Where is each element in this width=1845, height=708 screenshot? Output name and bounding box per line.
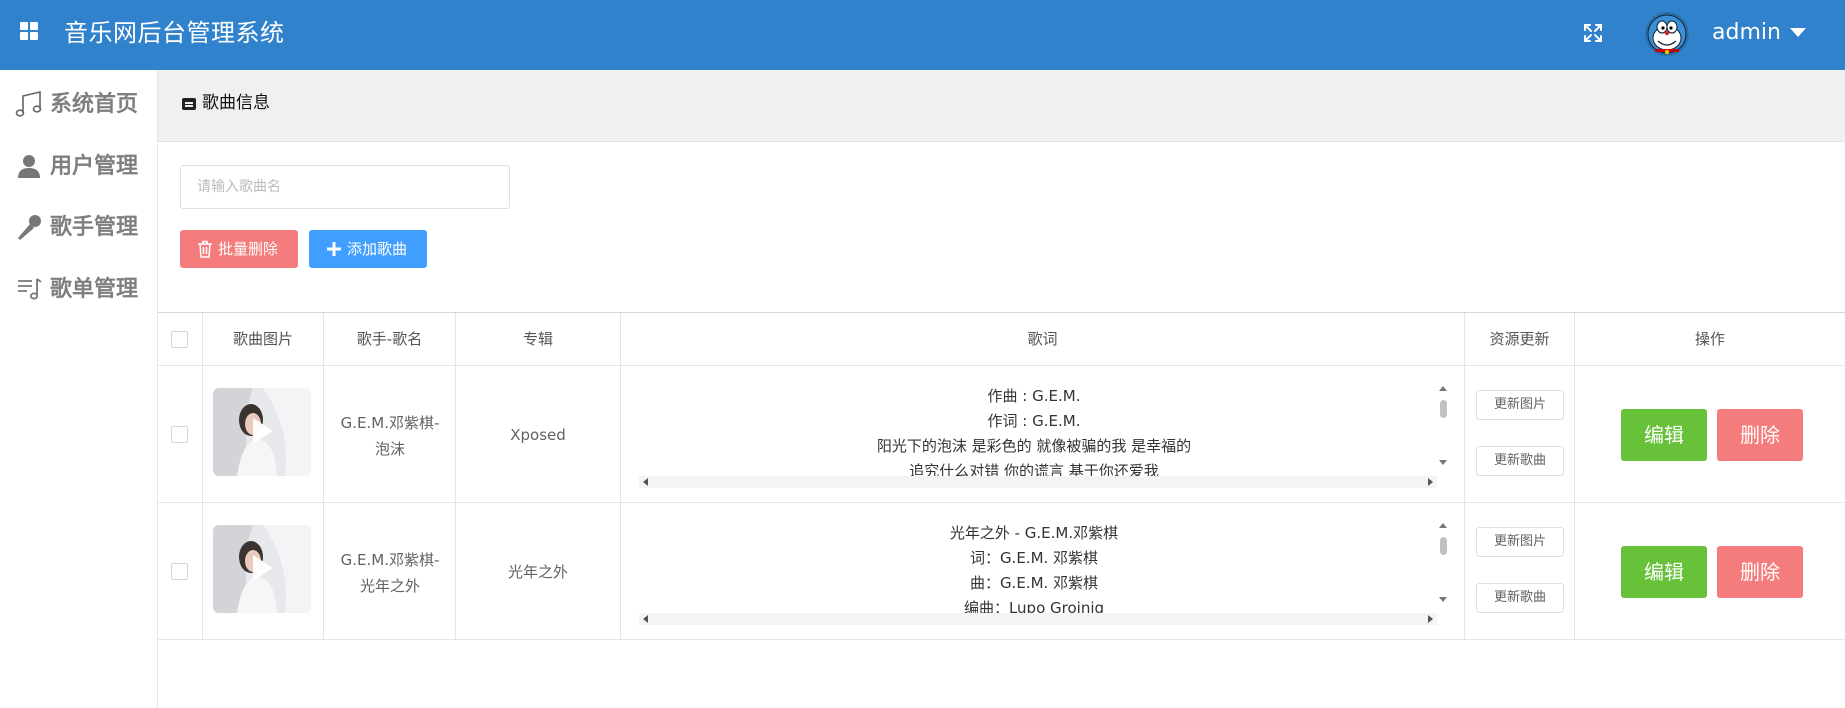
- song-artist-line: G.E.M.邓紫棋-: [340, 551, 440, 569]
- sidebar: 系统首页 用户管理 歌手管理 歌单管理: [0, 70, 158, 708]
- album-name: 光年之外: [507, 563, 568, 581]
- update-song-button[interactable]: 更新歌曲: [1476, 583, 1564, 613]
- apps-grid-icon[interactable]: [20, 22, 38, 40]
- column-header: 歌曲图片: [232, 330, 293, 348]
- column-header: 歌词: [1027, 330, 1058, 348]
- sidebar-item-label: 歌手管理: [50, 215, 139, 240]
- delete-button[interactable]: 删除: [1717, 546, 1803, 598]
- top-header: 音乐网后台管理系统 admin: [0, 0, 1845, 70]
- batch-delete-button[interactable]: 批量删除: [180, 230, 298, 268]
- playlist-icon: [18, 278, 42, 300]
- song-artist-line: G.E.M.邓紫棋-: [340, 414, 440, 432]
- lyric-line: 曲：G.E.M. 邓紫棋: [969, 574, 1099, 592]
- update-image-button[interactable]: 更新图片: [1476, 390, 1564, 420]
- update-image-button[interactable]: 更新图片: [1476, 527, 1564, 557]
- lyric-line: 作曲 : G.E.M.: [987, 387, 1081, 405]
- toolbar: 批量删除 添加歌曲: [158, 143, 1845, 313]
- column-header: 歌手-歌名: [356, 330, 423, 348]
- sidebar-item-label: 用户管理: [50, 154, 139, 179]
- search-input[interactable]: [180, 165, 510, 209]
- lyrics-box[interactable]: 光年之外 - G.E.M.邓紫棋 词：G.E.M. 邓紫棋 曲：G.E.M. 邓…: [639, 521, 1449, 625]
- plus-icon: [327, 242, 341, 256]
- horizontal-scrollbar[interactable]: [639, 476, 1437, 488]
- column-header: 操作: [1694, 330, 1725, 348]
- edit-button[interactable]: 编辑: [1621, 546, 1707, 598]
- message-icon: [182, 98, 196, 110]
- delete-button[interactable]: 删除: [1717, 409, 1803, 461]
- chevron-down-icon[interactable]: [1790, 28, 1806, 37]
- avatar[interactable]: [1645, 12, 1689, 56]
- sidebar-item-playlists[interactable]: 歌单管理: [0, 269, 158, 309]
- vertical-scrollbar[interactable]: [1437, 384, 1449, 472]
- album-name: Xposed: [510, 426, 566, 444]
- music-note-icon: [15, 90, 42, 117]
- fullscreen-icon[interactable]: [1582, 22, 1604, 44]
- lyric-line: 光年之外 - G.E.M.邓紫棋: [949, 524, 1119, 542]
- lyric-line: 作词 : G.E.M.: [987, 412, 1081, 430]
- song-title: G.E.M.邓紫棋- 光年之外: [330, 547, 450, 599]
- add-song-button[interactable]: 添加歌曲: [309, 230, 427, 268]
- page-title: 歌曲信息: [202, 93, 270, 113]
- song-cover-image[interactable]: [213, 525, 311, 613]
- edit-button[interactable]: 编辑: [1621, 409, 1707, 461]
- lyrics-box[interactable]: 作曲 : G.E.M. 作词 : G.E.M. 阳光下的泡沫 是彩色的 就像被骗…: [639, 384, 1449, 488]
- table-header-row: 歌曲图片 歌手-歌名 专辑 歌词 资源更新 操作: [158, 313, 1845, 366]
- row-checkbox[interactable]: [171, 426, 188, 443]
- horizontal-scrollbar[interactable]: [639, 613, 1437, 625]
- sidebar-item-label: 歌单管理: [50, 277, 139, 302]
- row-checkbox[interactable]: [171, 563, 188, 580]
- song-cover-image[interactable]: [213, 388, 311, 476]
- vertical-scrollbar[interactable]: [1437, 521, 1449, 609]
- songs-table: 歌曲图片 歌手-歌名 专辑 歌词 资源更新 操作 G.E.M.邓紫棋- 泡沫 X…: [158, 313, 1845, 708]
- lyric-line: 词：G.E.M. 邓紫棋: [969, 549, 1099, 567]
- sidebar-item-home[interactable]: 系统首页: [0, 84, 158, 124]
- app-title: 音乐网后台管理系统: [64, 19, 285, 47]
- select-all-checkbox[interactable]: [171, 331, 188, 348]
- song-title: G.E.M.邓紫棋- 泡沫: [330, 410, 450, 462]
- update-song-button[interactable]: 更新歌曲: [1476, 446, 1564, 476]
- trash-icon: [198, 240, 212, 258]
- song-name-line: 泡沫: [374, 440, 405, 458]
- breadcrumb: 歌曲信息: [158, 70, 1845, 142]
- column-header: 专辑: [522, 330, 553, 348]
- microphone-icon: [18, 215, 41, 240]
- sidebar-item-label: 系统首页: [50, 92, 139, 117]
- sidebar-item-singers[interactable]: 歌手管理: [0, 207, 158, 247]
- user-name[interactable]: admin: [1712, 18, 1781, 48]
- song-name-line: 光年之外: [359, 577, 420, 595]
- table-row: G.E.M.邓紫棋- 泡沫 Xposed 作曲 : G.E.M. 作词 : G.…: [158, 366, 1845, 503]
- batch-delete-label: 批量删除: [218, 240, 279, 258]
- sidebar-item-users[interactable]: 用户管理: [0, 146, 158, 186]
- table-row: G.E.M.邓紫棋- 光年之外 光年之外 光年之外 - G.E.M.邓紫棋 词：…: [158, 503, 1845, 640]
- user-icon: [18, 155, 40, 178]
- add-song-label: 添加歌曲: [347, 240, 408, 258]
- column-header: 资源更新: [1489, 330, 1550, 348]
- lyric-line: 阳光下的泡沫 是彩色的 就像被骗的我 是幸福的: [876, 437, 1192, 455]
